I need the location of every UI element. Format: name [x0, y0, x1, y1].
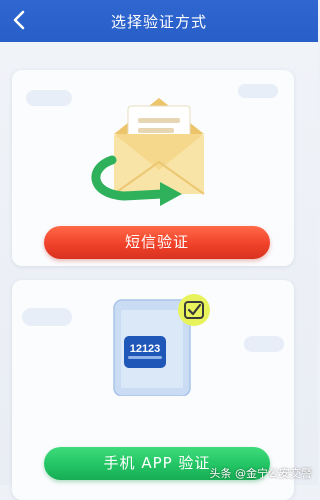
cloud-decoration	[238, 84, 278, 98]
top-bar: 选择验证方式	[0, 0, 318, 42]
cloud-decoration	[244, 336, 284, 352]
envelope-icon	[91, 98, 205, 206]
phone-app-icon: 12123	[113, 294, 210, 396]
cloud-decoration	[26, 90, 72, 106]
verification-options: 短信验证 12123 手机 APP 验证 头条 @金宁公安交警	[0, 42, 318, 500]
cloud-decoration	[22, 308, 72, 326]
app-logo-text: 12123	[130, 343, 161, 355]
watermark: 头条 @金宁公安交警	[209, 467, 313, 480]
sms-verify-button[interactable]: 短信验证	[44, 226, 270, 259]
page-title: 选择验证方式	[110, 13, 207, 31]
sms-verification-card: 短信验证	[12, 70, 294, 266]
